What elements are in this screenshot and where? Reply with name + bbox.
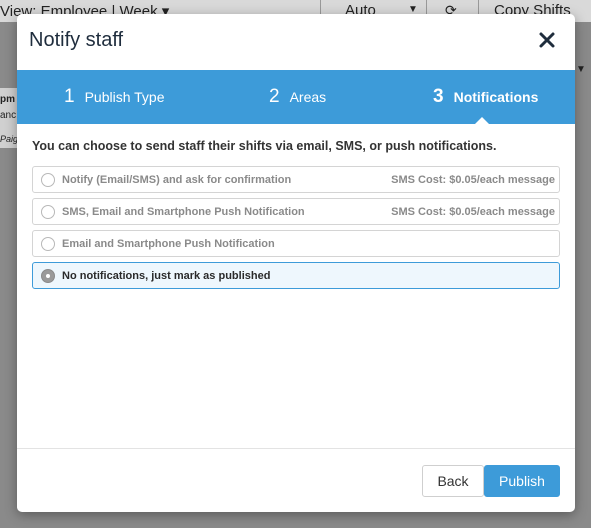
radio-button[interactable]: [41, 237, 55, 251]
radio-button[interactable]: [41, 269, 55, 283]
radio-button[interactable]: [41, 173, 55, 187]
option-label: No notifications, just mark as published: [62, 270, 271, 282]
caret-down-icon: ▼: [576, 64, 586, 75]
radio-button[interactable]: [41, 205, 55, 219]
step-number: 2: [269, 86, 280, 107]
step-label: Publish Type: [84, 89, 165, 105]
option-email-push[interactable]: Email and Smartphone Push Notification: [32, 230, 560, 257]
option-label: Email and Smartphone Push Notification: [62, 238, 275, 250]
footer-divider: [17, 448, 575, 449]
step-label: Notifications: [453, 89, 539, 105]
wizard-steps: 1 Publish Type 2 Areas 3 Notifications: [17, 70, 575, 125]
intro-text: You can choose to send staff their shift…: [32, 139, 497, 153]
close-icon: [539, 32, 555, 48]
close-button[interactable]: [537, 30, 557, 50]
option-sms-cost: SMS Cost: $0.05/each message: [391, 174, 555, 186]
back-button[interactable]: Back: [422, 465, 484, 497]
active-step-pointer: [474, 117, 490, 125]
step-areas[interactable]: 2 Areas: [269, 70, 326, 124]
publish-button[interactable]: Publish: [484, 465, 560, 497]
option-notify-confirm[interactable]: Notify (Email/SMS) and ask for confirmat…: [32, 166, 560, 193]
option-label: Notify (Email/SMS) and ask for confirmat…: [62, 174, 292, 186]
option-label: SMS, Email and Smartphone Push Notificat…: [62, 206, 305, 218]
option-sms-cost: SMS Cost: $0.05/each message: [391, 206, 555, 218]
notify-staff-dialog: Notify staff 1 Publish Type 2 Areas 3 No…: [17, 14, 575, 512]
step-label: Areas: [289, 89, 327, 105]
background-side-text: pm: [0, 94, 15, 105]
background-side-text: anc: [0, 110, 17, 121]
step-number: 1: [64, 86, 75, 107]
option-no-notifications[interactable]: No notifications, just mark as published: [32, 262, 560, 289]
step-notifications[interactable]: 3 Notifications: [433, 70, 538, 124]
dialog-header: Notify staff: [17, 14, 575, 70]
option-sms-email-push[interactable]: SMS, Email and Smartphone Push Notificat…: [32, 198, 560, 225]
dialog-title: Notify staff: [29, 29, 124, 51]
step-number: 3: [433, 86, 444, 107]
step-publish-type[interactable]: 1 Publish Type: [64, 70, 164, 124]
